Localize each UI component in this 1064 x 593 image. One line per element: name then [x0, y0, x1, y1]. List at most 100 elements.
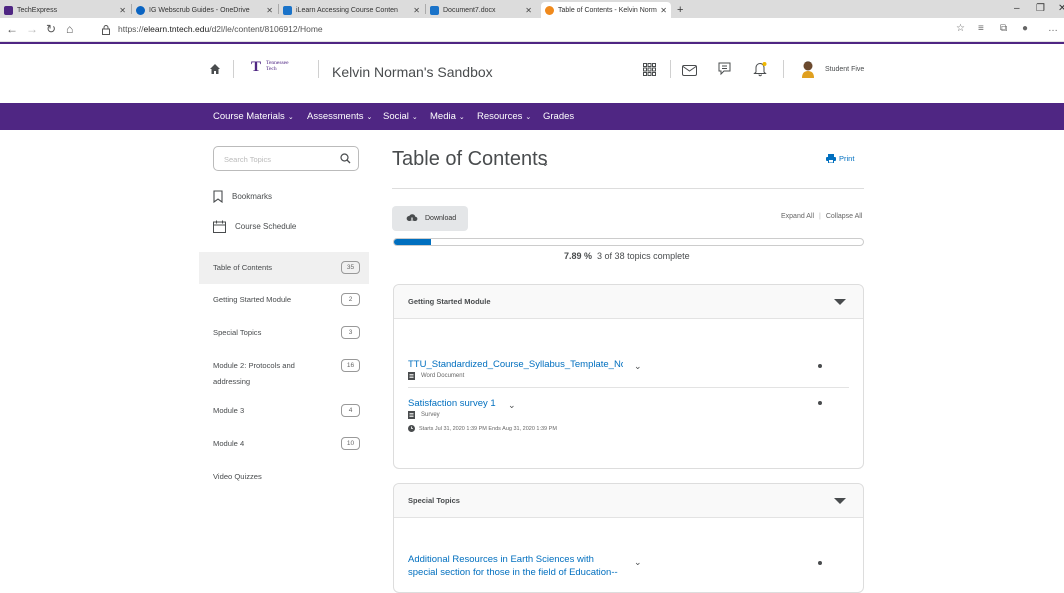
collections-icon[interactable]: ⧉: [1000, 23, 1007, 34]
bookmark-icon: [213, 190, 223, 203]
new-tab-button[interactable]: +: [675, 2, 689, 18]
sidebar-item-module-4[interactable]: Module 4 10: [199, 436, 369, 456]
module-card: Getting Started Module TTU_Standardized_…: [393, 284, 864, 469]
printer-icon: [826, 154, 836, 163]
nav-media[interactable]: Media ⌄: [430, 111, 465, 122]
document-icon: [408, 372, 415, 380]
address-bar: ← → ↻ ⌂ https://elearn.tntech.edu/d2l/le…: [0, 18, 1064, 42]
nav-resources[interactable]: Resources ⌄: [477, 111, 531, 122]
chevron-down-icon: ⌄: [287, 114, 294, 121]
chevron-down-icon: ⌄: [458, 114, 465, 121]
clock-icon: [408, 425, 415, 432]
search-icon[interactable]: [340, 153, 351, 164]
nav-social[interactable]: Social ⌄: [383, 111, 418, 122]
completion-dot: [818, 561, 822, 565]
active-pointer: [369, 257, 378, 285]
email-envelope-icon[interactable]: [682, 65, 697, 76]
course-schedule-link[interactable]: Course Schedule: [213, 220, 296, 233]
chevron-down-icon: ⌄: [366, 114, 373, 121]
waffle-grid-icon[interactable]: [643, 63, 656, 76]
favorite-star-icon[interactable]: ☆: [956, 23, 965, 34]
cloud-download-icon: [406, 214, 418, 224]
minimize-icon[interactable]: –: [1014, 3, 1020, 14]
close-tab-icon[interactable]: ✕: [266, 6, 273, 15]
tab-title: Document7.docx: [443, 6, 496, 14]
notification-bell-icon[interactable]: [753, 61, 768, 77]
close-tab-icon[interactable]: ✕: [660, 6, 667, 15]
topic-link[interactable]: Satisfaction survey 1: [408, 398, 496, 409]
sidebar-item-getting-started[interactable]: Getting Started Module 2: [199, 292, 369, 312]
sidebar-item-table-of-contents[interactable]: Table of Contents 35: [199, 252, 369, 284]
topic-link[interactable]: TTU_Standardized_Course_Syllabus_Templat…: [408, 359, 623, 370]
progress-fill: [394, 239, 431, 245]
chevron-down-icon[interactable]: ⌄: [508, 400, 516, 411]
org-title[interactable]: Kelvin Norman's Sandbox: [332, 64, 493, 80]
download-button[interactable]: Download: [392, 206, 468, 231]
avatar[interactable]: [800, 60, 816, 78]
user-name[interactable]: Student Five: [825, 66, 864, 73]
nav-assessments[interactable]: Assessments ⌄: [307, 111, 372, 122]
close-tab-icon[interactable]: ✕: [413, 6, 420, 15]
tntech-logo-icon[interactable]: T: [251, 60, 263, 75]
topic-type: Word Document: [408, 372, 464, 380]
topic-link[interactable]: Additional Resources in Earth Sciences w…: [408, 554, 618, 578]
close-window-icon[interactable]: ✕: [1058, 3, 1064, 14]
chevron-down-icon[interactable]: ⌄: [634, 557, 642, 568]
progress-bar: [393, 238, 864, 246]
message-alerts-icon[interactable]: [718, 62, 733, 77]
progress-text: 7.89 % 3 of 38 topics complete: [564, 251, 690, 261]
chevron-down-icon[interactable]: ⌄: [541, 158, 549, 169]
sidebar-item-module-3[interactable]: Module 3 4: [199, 403, 369, 423]
module-header[interactable]: Getting Started Module: [394, 285, 863, 319]
sidebar-item-module-2[interactable]: Module 2: Protocols and addressing 16: [199, 358, 369, 392]
nav-grades[interactable]: Grades: [543, 111, 574, 122]
browser-tab[interactable]: Document7.docx ✕: [426, 2, 536, 18]
tab-title: Table of Contents - Kelvin Norm: [558, 6, 657, 14]
profile-icon[interactable]: ●: [1022, 23, 1028, 34]
forward-arrow-icon[interactable]: →: [26, 22, 38, 36]
collapse-all-link[interactable]: Collapse All: [826, 213, 863, 220]
collapse-triangle-icon: [834, 299, 846, 305]
url-field[interactable]: https://elearn.tntech.edu/d2l/le/content…: [118, 24, 323, 34]
completion-dot: [818, 364, 822, 368]
word-doc-icon: [283, 5, 292, 15]
chevron-down-icon: ⌄: [411, 114, 418, 121]
browser-tab-bar: TechExpress ✕ IG Webscrub Guides - OneDr…: [0, 0, 1064, 18]
favorites-list-icon[interactable]: ≡: [978, 23, 984, 34]
search-input[interactable]: Search Topics: [213, 146, 359, 171]
refresh-icon[interactable]: ↻: [46, 22, 56, 36]
browser-tab[interactable]: iLearn Accessing Course Conten ✕: [279, 2, 424, 18]
close-tab-icon[interactable]: ✕: [525, 6, 532, 15]
tntech-favicon-icon: [4, 5, 13, 15]
home-icon[interactable]: [209, 63, 221, 75]
tab-title: iLearn Accessing Course Conten: [296, 6, 398, 14]
browser-tab[interactable]: TechExpress ✕: [0, 2, 130, 18]
chevron-down-icon[interactable]: ⌄: [634, 361, 642, 372]
expand-all-link[interactable]: Expand All: [781, 213, 814, 220]
course-navbar: Course Materials ⌄ Assessments ⌄ Social ⌄ M…: [0, 103, 1064, 130]
module-header[interactable]: Special Topics: [394, 484, 863, 518]
bookmarks-link[interactable]: Bookmarks: [213, 190, 272, 203]
browser-tab-active[interactable]: Table of Contents - Kelvin Norm ✕: [541, 2, 671, 18]
browser-tab[interactable]: IG Webscrub Guides - OneDrive ✕: [132, 2, 277, 18]
topic-count-badge: 2: [341, 293, 360, 306]
d2l-header: T Tennessee Tech Kelvin Norman's Sandbox…: [0, 42, 1064, 103]
sidebar-item-video-quizzes[interactable]: Video Quizzes: [199, 469, 369, 489]
sidebar-item-special-topics[interactable]: Special Topics 3: [199, 325, 369, 345]
print-button[interactable]: Print: [826, 154, 854, 163]
home-icon[interactable]: ⌂: [66, 22, 73, 36]
more-menu-icon[interactable]: …: [1048, 23, 1058, 34]
availability-dates: Starts Jul 31, 2020 1:39 PM Ends Aug 31,…: [408, 425, 557, 432]
module-title: Getting Started Module: [408, 297, 491, 306]
tab-title: TechExpress: [17, 6, 58, 14]
close-tab-icon[interactable]: ✕: [119, 6, 126, 15]
topic-count-badge: 16: [341, 359, 360, 372]
nav-course-materials[interactable]: Course Materials ⌄: [213, 111, 294, 122]
survey-icon: [408, 411, 415, 419]
d2l-favicon-icon: [545, 5, 554, 15]
restore-icon[interactable]: ❐: [1036, 3, 1045, 14]
onedrive-cloud-icon: [136, 5, 145, 15]
topic-count-badge: 35: [341, 261, 360, 274]
back-arrow-icon[interactable]: ←: [6, 22, 18, 36]
calendar-icon: [213, 220, 226, 233]
